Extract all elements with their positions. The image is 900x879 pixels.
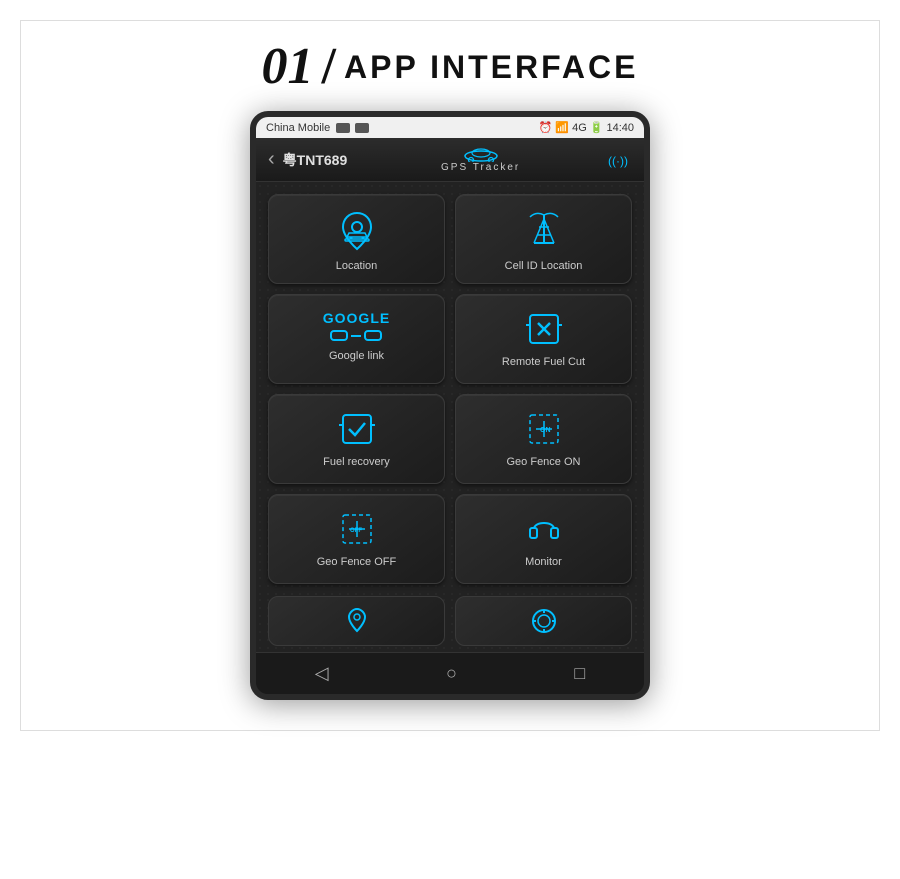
svg-text:((·)): ((·)) — [608, 154, 628, 168]
partial-left-icon — [343, 607, 371, 635]
google-icon: GOOGLE — [323, 311, 390, 341]
header-title: APP INTERFACE — [344, 49, 638, 86]
remote-fuel-cut-button[interactable]: Remote Fuel Cut — [455, 294, 632, 384]
monitor-button[interactable]: Monitor — [455, 494, 632, 584]
monitor-icon — [526, 511, 562, 547]
page-header: 01 / APP INTERFACE — [51, 41, 849, 93]
location-button[interactable]: Location — [268, 194, 445, 284]
header-slash: / — [322, 41, 336, 93]
google-link-button[interactable]: GOOGLE Google link — [268, 294, 445, 384]
fuel-cut-icon — [526, 311, 562, 347]
plate-number: 粤TNT689 — [283, 150, 348, 170]
partial-left-button[interactable] — [268, 596, 445, 646]
geo-fence-off-button[interactable]: OFF Geo Fence OFF — [268, 494, 445, 584]
time-display: 14:40 — [606, 122, 634, 134]
back-button[interactable]: ‹ — [268, 148, 275, 171]
carrier-text: China Mobile — [266, 122, 369, 134]
antenna-icon: ((·)) — [604, 150, 632, 170]
signal-strength: ((·)) — [604, 150, 632, 170]
nav-logo: GPS Tracker — [357, 146, 604, 173]
partial-right-icon — [530, 607, 558, 635]
fuel-recovery-button[interactable]: Fuel recovery — [268, 394, 445, 484]
google-link-label: Google link — [329, 349, 384, 363]
status-icons: ⏰ 📶 4G 🔋 14:40 — [539, 121, 634, 134]
battery-icon: 🔋 — [590, 121, 604, 134]
fuel-recovery-icon — [339, 411, 375, 447]
geo-fence-on-button[interactable]: ON Geo Fence ON — [455, 394, 632, 484]
cell-id-label: Cell ID Location — [505, 259, 583, 273]
partial-row — [256, 596, 644, 652]
monitor-label: Monitor — [525, 555, 562, 569]
header-number: 01 — [262, 41, 314, 93]
outer-container: 01 / APP INTERFACE China Mobile ⏰ 📶 4G 🔋… — [20, 20, 880, 731]
alarm-icon: ⏰ — [539, 121, 553, 134]
status-bar: China Mobile ⏰ 📶 4G 🔋 14:40 — [256, 117, 644, 138]
phone-frame: China Mobile ⏰ 📶 4G 🔋 14:40 ‹ 粤TNT689 — [250, 111, 650, 700]
location-label: Location — [336, 259, 378, 273]
wifi-icon: 📶 — [555, 121, 569, 134]
cell-icon — [526, 211, 562, 251]
cell-id-button[interactable]: Cell ID Location — [455, 194, 632, 284]
partial-right-button[interactable] — [455, 596, 632, 646]
recent-nav-button[interactable]: □ — [574, 663, 585, 684]
nav-bar: ‹ 粤TNT689 GPS Tracker ((·)) — [256, 138, 644, 182]
svg-text:ON: ON — [540, 427, 551, 434]
app-grid: Location — [256, 182, 644, 596]
geo-fence-on-label: Geo Fence ON — [507, 455, 581, 469]
svg-text:OFF: OFF — [350, 528, 362, 534]
fuel-recovery-label: Fuel recovery — [323, 455, 390, 469]
remote-fuel-cut-label: Remote Fuel Cut — [502, 355, 585, 369]
bottom-nav: ◁ ○ □ — [256, 652, 644, 694]
geo-fence-on-icon: ON — [526, 411, 562, 447]
home-nav-button[interactable]: ○ — [446, 663, 457, 684]
car-icon — [461, 146, 501, 162]
geo-fence-off-label: Geo Fence OFF — [317, 555, 396, 569]
signal-icon: 4G — [572, 122, 587, 134]
geo-fence-off-icon: OFF — [339, 511, 375, 547]
logo-text: GPS Tracker — [441, 162, 520, 173]
back-nav-button[interactable]: ◁ — [315, 663, 329, 684]
location-icon — [339, 211, 375, 251]
